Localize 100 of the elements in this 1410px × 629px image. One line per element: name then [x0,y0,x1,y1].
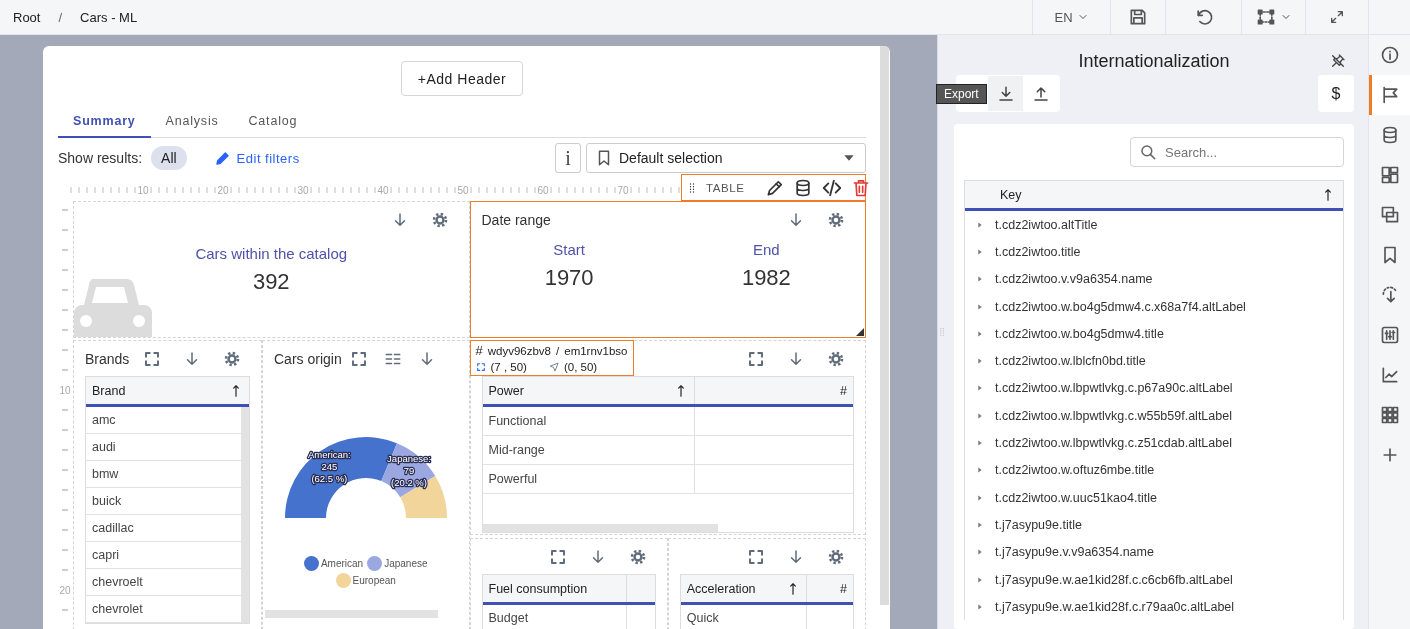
kpi-value: 392 [252,269,290,295]
fullscreen-icon[interactable] [548,547,567,566]
ruler-label: 30 [297,185,309,196]
start-value: 1970 [544,265,594,291]
table-cell-text: Budget [487,610,530,627]
stacked-squares-icon [1379,205,1400,225]
breadcrumb-link[interactable]: Root [13,9,41,25]
breadcrumb-link[interactable]: Cars - ML [80,9,138,25]
pencil-icon [214,150,231,166]
column-header[interactable]: # [805,575,853,602]
scrollbar[interactable] [265,610,438,618]
language-dropdown[interactable]: EN [1032,0,1110,34]
add-header-button[interactable]: +Add Header [400,61,524,96]
widget-id: wdyv96zbv8 [487,344,552,357]
upload-icon [1031,84,1050,103]
table-cell-text: chevrolet [91,601,144,618]
translation-key[interactable]: t.j7asypu9e.w.ae1kid28f.c.r79aa0c.altLabel [995,599,1235,614]
expand-icon[interactable] [1329,9,1345,25]
fullscreen-icon[interactable] [747,547,765,566]
start-label: Start [553,241,585,258]
show-results-label: Show results: [58,150,143,166]
pin-icon[interactable] [1330,53,1346,69]
kpi-title: Cars within the catalog [195,245,348,262]
legend-label[interactable]: American [320,558,364,569]
tab[interactable]: Analysis [150,105,234,138]
widget-title: Cars origin [274,350,342,367]
translation-key[interactable]: t.j7asypu9e.title [995,517,1082,532]
resize-handle-icon[interactable] [856,328,864,336]
edit-filters-link[interactable]: Edit filters [214,150,300,166]
translation-key[interactable]: t.cdz2iwtoo.title [995,244,1081,259]
settings-icon[interactable] [827,210,845,229]
sidebar-button[interactable] [1369,75,1410,115]
ruler-label: 60 [537,185,549,196]
settings-icon[interactable] [827,547,845,566]
widget-type-label: TABLE [706,181,745,194]
translation-key[interactable]: t.cdz2iwtoo.w.bo4g5dmw4.c.x68a7f4.altLabel [995,299,1246,314]
settings-icon[interactable] [628,547,647,566]
legend-label[interactable]: Japanese [384,558,428,569]
translation-key[interactable]: t.cdz2iwtoo.altTitle [995,217,1098,232]
fullscreen-icon[interactable] [349,349,368,368]
table-cell-text: audi [91,439,117,456]
download-button[interactable] [988,76,1023,111]
table-cell-text: chevroelt [91,574,144,591]
table-cell-text: Mid-range [487,442,546,459]
translation-key[interactable]: t.j7asypu9e.w.ae1kid28f.c.c6cb6fb.altLabel [995,572,1233,587]
settings-icon[interactable] [223,349,242,368]
scrollbar[interactable] [880,46,889,605]
column-header[interactable]: Power [482,377,694,404]
ruler-label: 20 [217,185,229,196]
translation-key[interactable]: t.cdz2iwtoo.w.lbpwtlvkg.c.p67a90c.altLabel [995,381,1233,396]
translation-key[interactable]: t.cdz2iwtoo.v.v9a6354.name [995,272,1153,287]
fullscreen-icon[interactable] [747,349,765,368]
tooltip: Export [936,84,987,104]
translation-key[interactable]: t.cdz2iwtoo.w.bo4g5dmw4.title [995,326,1164,341]
widget-size: (7 , 50) [490,361,527,373]
sliders-icon [1379,325,1400,345]
selection-icon[interactable] [1255,7,1276,27]
column-header[interactable]: # [693,377,853,404]
table-cell-text: capri [91,547,121,564]
settings-icon[interactable] [430,210,449,229]
scrollbar[interactable] [241,407,249,623]
table-cell-text: Quick [685,610,720,627]
widget-title: Brands [85,350,130,367]
translation-key[interactable]: t.cdz2iwtoo.w.lbpwtlvkg.c.z51cdab.altLabel [995,436,1232,450]
end-value: 1982 [741,265,791,291]
filter-chip[interactable]: All [151,146,187,170]
parent-id: em1rnv1bso [564,344,628,357]
selection-dropdown[interactable]: Default selection [586,143,866,173]
table-cell-text: cadillac [91,520,135,537]
translation-key[interactable]: t.cdz2iwtoo.w.lbpwtlvkg.c.w55b59f.altLabel [995,408,1232,423]
grid-icon [1379,405,1400,425]
ruler-label: 10 [59,385,71,396]
breadcrumb-separator: / [58,9,63,25]
search-icon [1139,143,1157,161]
fullscreen-icon[interactable] [143,349,162,368]
legend-label[interactable]: European [352,575,396,586]
ruler-label: 10 [137,185,149,196]
info-button[interactable]: i [555,143,581,173]
column-header[interactable]: Key [965,181,1343,211]
hash-symbol: # [475,343,483,358]
currency-button[interactable]: $ [1318,75,1354,112]
panel-title: Internationalization [1078,50,1230,72]
save-icon[interactable] [1128,7,1148,27]
info-icon [1379,45,1400,65]
size-icon [475,362,486,372]
translation-key[interactable]: t.cdz2iwtoo.w.lblcfn0bd.title [995,354,1146,369]
layout-icon [1379,165,1400,185]
translation-key[interactable]: t.cdz2iwtoo.w.uuc51kao4.title [995,490,1157,505]
translation-key[interactable]: t.j7asypu9e.v.v9a6354.name [995,545,1154,560]
ruler-label: 20 [59,585,71,596]
tab[interactable]: Catalog [233,105,313,138]
position-icon [548,362,559,372]
settings-icon[interactable] [827,349,845,368]
tab[interactable]: Summary [58,105,151,138]
drag-handle-icon[interactable] [937,327,947,337]
column-header[interactable]: Acceleration [680,575,806,602]
widget-position: (0, 50) [563,361,598,373]
scrollbar[interactable] [482,524,718,532]
search-field[interactable]: Search... [1130,137,1344,167]
translation-key[interactable]: t.cdz2iwtoo.w.oftuz6mbe.title [995,463,1155,478]
